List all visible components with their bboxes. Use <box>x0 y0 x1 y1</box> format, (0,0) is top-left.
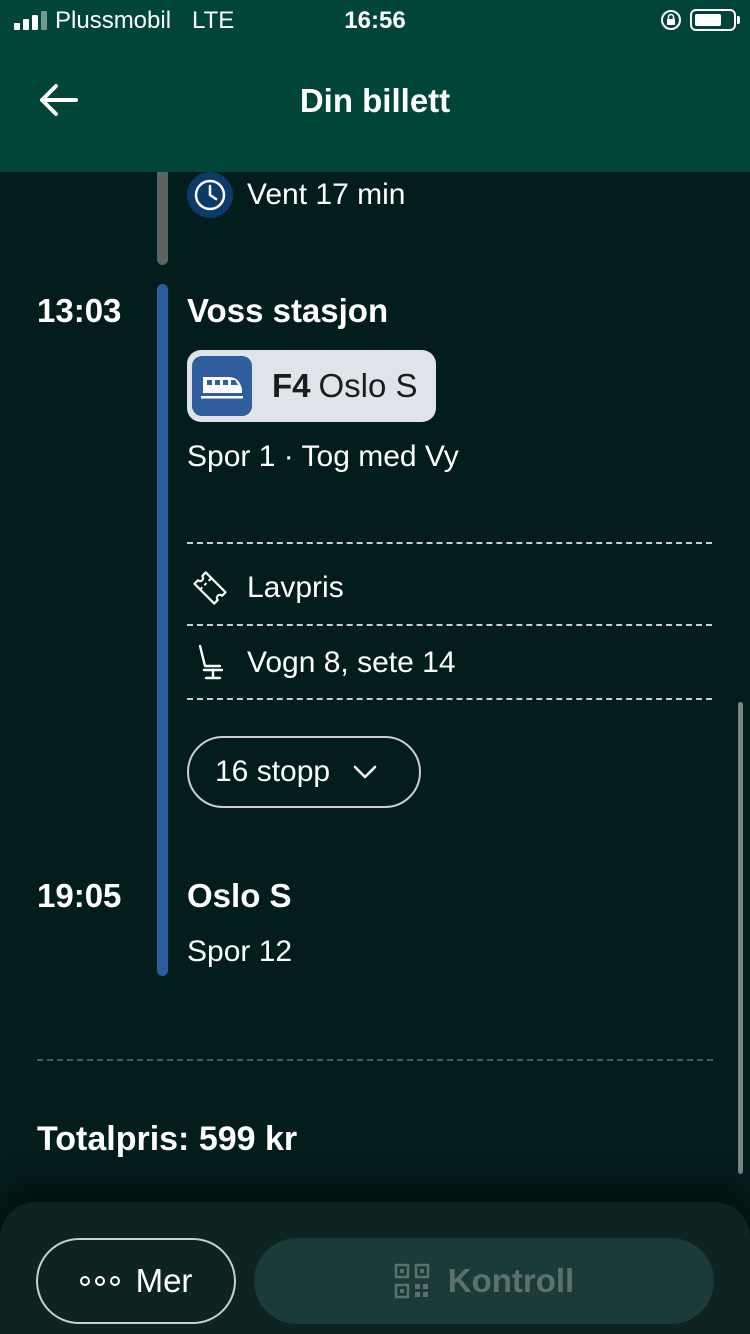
bottom-action-bar: Mer Kontroll <box>0 1202 750 1334</box>
divider <box>187 542 712 544</box>
scrollbar[interactable] <box>738 702 743 1174</box>
status-bar: Plussmobil LTE 16:56 <box>0 0 750 40</box>
divider <box>187 624 712 626</box>
divider <box>37 1059 713 1061</box>
battery-tip <box>737 16 740 24</box>
trip-details[interactable]: Vent 17 min 13:03 Voss stasjon F4 Oslo S… <box>0 172 750 1202</box>
departure-station: Voss stasjon <box>187 292 389 329</box>
seat-icon <box>187 640 233 686</box>
arrival-time: 19:05 <box>37 877 122 914</box>
wait-rail <box>157 172 168 265</box>
more-dots-icon <box>79 1276 120 1286</box>
journey-rail <box>157 284 168 976</box>
arrival-platform: Spor 12 <box>187 935 293 968</box>
train-icon <box>192 356 252 416</box>
show-stops-button[interactable]: 16 stopp <box>187 736 421 808</box>
fare-row: Lavpris <box>187 565 344 611</box>
app-header: Din billett <box>0 40 750 172</box>
control-button[interactable]: Kontroll <box>254 1238 714 1324</box>
arrival-station: Oslo S <box>187 877 292 914</box>
seat-row: Vogn 8, sete 14 <box>187 640 456 686</box>
more-button[interactable]: Mer <box>36 1238 236 1324</box>
fare-label: Lavpris <box>247 571 344 604</box>
departure-time: 13:03 <box>37 292 122 329</box>
battery-icon <box>690 9 736 31</box>
stops-label: 16 stopp <box>215 755 331 788</box>
qr-code-icon <box>394 1263 430 1299</box>
chevron-down-icon <box>352 764 378 780</box>
seat-label: Vogn 8, sete 14 <box>247 646 456 679</box>
more-label: Mer <box>135 1262 193 1299</box>
line-code: F4 <box>272 367 311 404</box>
line-badge: F4 Oslo S <box>187 350 436 422</box>
line-destination: Oslo S <box>318 367 418 404</box>
wait-text: Vent 17 min <box>247 178 406 211</box>
ticket-icon <box>187 565 233 611</box>
page-title: Din billett <box>299 82 451 119</box>
departure-platform: Spor 1 · Tog med Vy <box>187 440 459 473</box>
clock-icon <box>187 172 233 218</box>
divider <box>187 698 712 700</box>
control-label: Kontroll <box>447 1262 575 1299</box>
total-price: Totalpris: 599 kr <box>37 1120 298 1158</box>
status-time: 16:56 <box>344 7 406 34</box>
wait-info: Vent 17 min <box>187 172 405 218</box>
rotation-lock-icon <box>661 10 681 30</box>
